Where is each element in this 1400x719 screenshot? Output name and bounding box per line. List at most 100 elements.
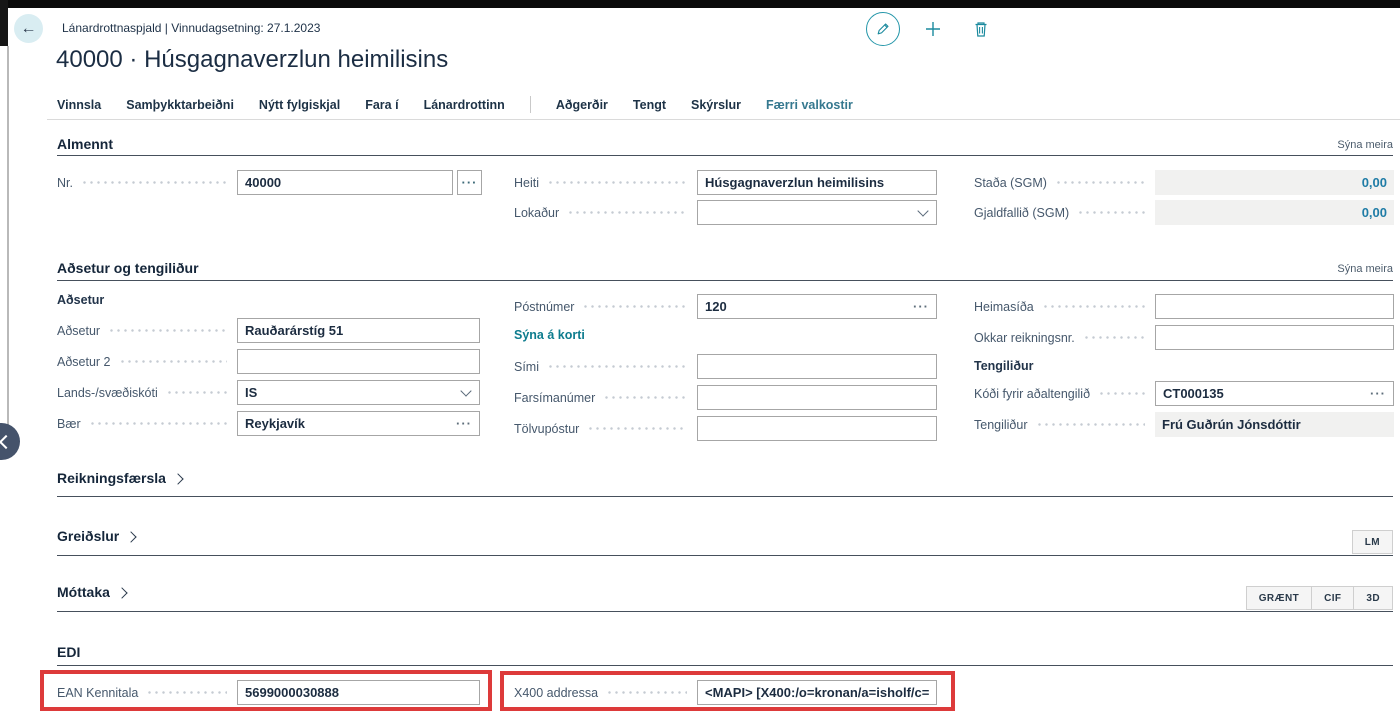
field-label: Aðsetur 2 [57,355,111,369]
section-header-mottaka[interactable]: Móttaka [57,584,126,600]
ellipsis-icon[interactable]: ··· [1370,386,1386,401]
field-row-farsimi: Farsímanúmer [514,385,937,410]
landskodi-input[interactable] [245,385,456,400]
show-more-link-almennt[interactable]: Sýna meira [1337,139,1393,151]
menu-item-faerri-valkostir[interactable]: Færri valkostir [766,98,853,112]
field-label: Tölvupóstur [514,422,579,436]
okkar-reikningsnr-input[interactable] [1163,330,1386,345]
chevron-left-icon [0,435,13,449]
heimasida-input[interactable] [1163,299,1386,314]
adsetur2-field [237,349,480,374]
nr-input[interactable] [245,175,445,190]
landskodi-dropdown[interactable] [237,380,480,405]
field-row-nr: Nr. [57,170,453,195]
edit-button[interactable] [866,12,900,46]
field-row-gjaldfallid: Gjaldfallið (SGM) 0,00 [974,200,1394,225]
field-label: Aðsetur [57,324,100,338]
badge-lm[interactable]: LM [1352,530,1393,554]
page-title: 40000 · Húsgagnaverzlun heimilisins [56,46,448,74]
section-title: Reikningsfærsla [57,470,166,486]
stada-field[interactable]: 0,00 [1155,170,1394,195]
section-header-edi[interactable]: EDI [57,644,80,660]
menu-item-lanardrottinn[interactable]: Lánardrottinn [424,98,505,112]
new-button[interactable] [918,13,948,45]
chevron-right-icon [116,587,127,598]
show-more-link-adsetur[interactable]: Sýna meira [1337,263,1393,275]
section-header-adsetur[interactable]: Aðsetur og tengiliður [57,260,199,276]
delete-button[interactable] [966,13,996,45]
pencil-icon [875,21,891,37]
section-header-reikningsfaersla[interactable]: Reikningsfærsla [57,470,182,486]
section-underline [57,155,1393,156]
ean-kennitala-input[interactable] [245,685,472,700]
field-label: Sími [514,360,539,374]
badge-3d[interactable]: 3D [1353,586,1393,610]
dotted-leader [166,391,227,394]
section-title: Almennt [57,136,113,152]
menu-item-nytt-fylgiskjal[interactable]: Nýtt fylgiskjal [259,98,340,112]
badge-graent[interactable]: GRÆNT [1246,586,1312,610]
chevron-right-icon [126,531,137,542]
lokadur-input[interactable] [705,205,913,220]
section-header-almennt[interactable]: Almennt [57,136,113,152]
field-row-heiti: Heiti [514,170,937,195]
back-button[interactable]: ← [14,14,43,43]
chevron-right-icon [172,473,183,484]
badge-cif[interactable]: CIF [1311,586,1354,610]
heimasida-field [1155,294,1394,319]
simi-input[interactable] [705,359,929,374]
heiti-input[interactable] [705,175,929,190]
greidslur-badges: LM [1353,530,1393,554]
chevron-down-icon[interactable] [917,205,928,216]
gjaldfallid-field[interactable]: 0,00 [1155,200,1394,225]
field-row-stada: Staða (SGM) 0,00 [974,170,1394,195]
gjaldfallid-value[interactable]: 0,00 [1362,205,1387,220]
field-row-baer: Bær ··· [57,411,480,436]
section-underline [57,611,1393,612]
postnumer-input[interactable] [705,299,909,314]
field-row-adsetur2: Aðsetur 2 [57,349,480,374]
okkar-reikningsnr-field [1155,325,1394,350]
side-pane-toggle-button[interactable] [0,423,20,460]
menu-item-fara-i[interactable]: Fara í [365,98,398,112]
field-row-landskodi: Lands-/svæðiskóti [57,380,480,405]
adsetur2-input[interactable] [245,354,472,369]
adsetur-input[interactable] [245,323,472,338]
menu-item-adgerdir[interactable]: Aðgerðir [556,98,608,112]
field-label: Gjaldfallið (SGM) [974,206,1069,220]
farsimi-input[interactable] [705,390,929,405]
show-on-map-link[interactable]: Sýna á korti [514,328,585,342]
tengilidur-value: Frú Guðrún Jónsdóttir [1162,417,1301,432]
tolvupostur-input[interactable] [705,421,929,436]
x400-addressa-input[interactable] [705,685,929,700]
baer-input[interactable] [245,416,452,431]
mottaka-badges: GRÆNT CIF 3D [1247,586,1393,610]
stada-value[interactable]: 0,00 [1362,175,1387,190]
field-label: Nr. [57,176,73,190]
section-underline [57,280,1393,281]
ellipsis-icon[interactable]: ··· [913,299,929,314]
menu-item-samthykktarbeidni[interactable]: Samþykktarbeiðni [126,98,234,112]
section-underline [57,665,1393,666]
left-edge-line [7,46,9,428]
lokadur-dropdown[interactable] [697,200,937,225]
kodi-adaltengilid-input[interactable] [1163,386,1366,401]
section-header-greidslur[interactable]: Greiðslur [57,528,135,544]
menu-item-vinnsla[interactable]: Vinnsla [57,98,101,112]
postnumer-field: ··· [697,294,937,319]
ellipsis-icon[interactable]: ··· [456,416,472,431]
chevron-down-icon[interactable] [460,385,471,396]
field-label: Staða (SGM) [974,176,1047,190]
field-label: Okkar reikningsnr. [974,331,1075,345]
dotted-leader [587,427,687,430]
menu-item-tengt[interactable]: Tengt [633,98,666,112]
adsetur-field [237,318,480,343]
field-label: Heimasíða [974,300,1034,314]
card-toolbar [866,12,996,46]
ean-kennitala-field [237,680,480,705]
menu-item-skyrslur[interactable]: Skýrslur [691,98,741,112]
nr-assist-button[interactable]: ··· [457,170,482,195]
dotted-leader [146,691,227,694]
field-row-x400-addressa: X400 addressa [514,680,937,705]
action-menu-bar: Vinnsla Samþykktarbeiðni Nýtt fylgiskjal… [57,96,853,113]
